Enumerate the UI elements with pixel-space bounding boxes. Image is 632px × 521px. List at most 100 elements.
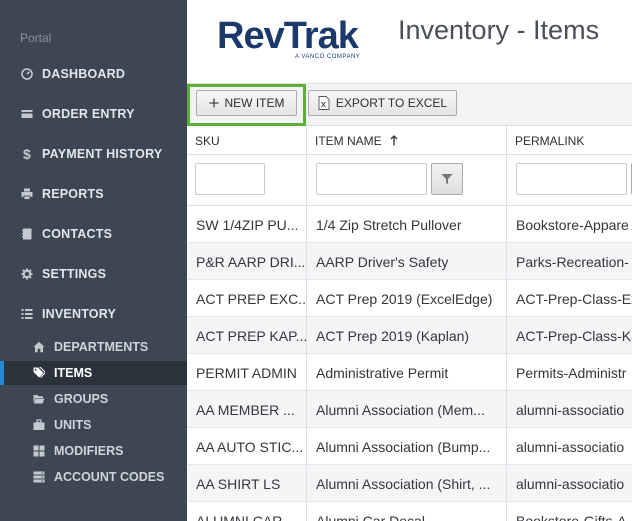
column-header-permalink[interactable]: PERMALINK: [507, 126, 632, 155]
permalink-filter-input[interactable]: [516, 163, 627, 195]
header: RevTrak A VANCO COMPANY Inventory - Item…: [187, 0, 632, 83]
sidebar: Portal DASHBOARD ORDER ENTRY $ PAYMENT H…: [0, 0, 187, 521]
item-name-cell: AARP Driver's Safety: [307, 243, 507, 280]
item-name-cell: ACT Prep 2019 (ExcelEdge): [307, 280, 507, 317]
nav-item-inventory[interactable]: INVENTORY: [0, 299, 187, 329]
modifiers-icon: [32, 444, 46, 458]
item-name-cell: Alumni Association (Shirt, ...: [307, 465, 507, 502]
funnel-icon: [441, 173, 453, 185]
list-icon: [20, 307, 34, 321]
filter-cell-sku: [187, 155, 307, 206]
sub-item-units[interactable]: UNITS: [0, 413, 187, 437]
item-name-cell: ACT Prep 2019 (Kaplan): [307, 317, 507, 354]
sku-cell: SW 1/4ZIP PU...: [187, 206, 307, 243]
table-row[interactable]: ACT PREP EXC... ACT Prep 2019 (ExcelEdge…: [187, 280, 632, 317]
export-label: EXPORT TO EXCEL: [335, 96, 448, 110]
item-name-cell: 1/4 Zip Stretch Pullover: [307, 206, 507, 243]
gear-icon: [20, 267, 34, 281]
item-name-filter-button[interactable]: [431, 163, 463, 195]
sub-item-label: ITEMS: [54, 366, 93, 380]
nav-item-settings[interactable]: SETTINGS: [0, 259, 187, 289]
filter-cell-item-name: [307, 155, 507, 206]
sku-cell: P&R AARP DRI...: [187, 243, 307, 280]
item-name-cell: Alumni Car Decal: [307, 502, 507, 521]
column-header-sku[interactable]: SKU: [187, 126, 307, 155]
permalink-cell: ACT-Prep-Class-Ex: [516, 290, 632, 307]
nav-item-payment-history[interactable]: $ PAYMENT HISTORY: [0, 139, 187, 169]
permalink-cell: Parks-Recreation-: [516, 253, 629, 270]
plus-icon: [209, 98, 219, 108]
table-row[interactable]: SW 1/4ZIP PU... 1/4 Zip Stretch Pullover…: [187, 206, 632, 243]
column-header-item-name[interactable]: ITEM NAME: [307, 126, 507, 155]
nav-label: SETTINGS: [42, 267, 107, 281]
nav-item-reports[interactable]: REPORTS: [0, 179, 187, 209]
dollar-icon: $: [23, 146, 31, 162]
briefcase-icon: [32, 418, 46, 432]
folder-open-icon: [32, 392, 46, 406]
sub-item-label: GROUPS: [54, 392, 109, 406]
sub-item-label: ACCOUNT CODES: [54, 470, 165, 484]
nav-item-contacts[interactable]: CONTACTS: [0, 219, 187, 249]
printer-icon: [20, 187, 34, 201]
table-row[interactable]: P&R AARP DRI... AARP Driver's Safety Par…: [187, 243, 632, 280]
portal-label: Portal: [20, 31, 52, 45]
table-row[interactable]: AA SHIRT LS Alumni Association (Shirt, .…: [187, 465, 632, 502]
permalink-cell: ACT-Prep-Class-Ka: [516, 327, 632, 344]
item-name-filter-input[interactable]: [316, 163, 427, 195]
nav-label: REPORTS: [42, 187, 104, 201]
new-item-label: NEW ITEM: [224, 96, 285, 110]
sku-cell: AA AUTO STIC...: [187, 428, 307, 465]
sku-cell: AA SHIRT LS: [187, 465, 307, 502]
sub-item-label: DEPARTMENTS: [54, 340, 149, 354]
sub-item-account-codes[interactable]: ACCOUNT CODES: [0, 465, 187, 489]
nav-label: CONTACTS: [42, 227, 113, 241]
home-icon: [32, 340, 46, 354]
revtrak-logo[interactable]: RevTrak A VANCO COMPANY: [217, 16, 369, 62]
sub-item-groups[interactable]: GROUPS: [0, 387, 187, 411]
nav-label: INVENTORY: [42, 307, 117, 321]
grid-header: SKU ITEM NAME PERMALINK: [187, 126, 632, 155]
table-row[interactable]: PERMIT ADMIN Administrative Permit Permi…: [187, 354, 632, 391]
server-icon: [32, 470, 46, 484]
filter-row: [187, 155, 632, 206]
page-title: Inventory - Items: [398, 15, 600, 45]
permalink-cell: alumni-associatio: [516, 401, 625, 418]
tags-icon: [32, 366, 46, 380]
nav-label: PAYMENT HISTORY: [42, 147, 163, 161]
table-row[interactable]: ALUMNI CAR... Alumni Car Decal Bookstore…: [187, 502, 632, 521]
item-name-cell: Alumni Association (Mem...: [307, 391, 507, 428]
sub-item-label: MODIFIERS: [54, 444, 124, 458]
new-item-button[interactable]: NEW ITEM: [196, 90, 297, 116]
sub-item-departments[interactable]: DEPARTMENTS: [0, 335, 187, 359]
sub-item-label: UNITS: [54, 418, 92, 432]
permalink-cell: Bookstore-Appare: [516, 216, 629, 233]
permalink-cell: alumni-associatio: [516, 438, 625, 455]
item-name-cell: Administrative Permit: [307, 354, 507, 391]
export-to-excel-button[interactable]: EXPORT TO EXCEL: [308, 90, 457, 116]
item-name-cell: Alumni Association (Bump...: [307, 428, 507, 465]
nav-label: ORDER ENTRY: [42, 107, 135, 121]
sub-item-items[interactable]: ITEMS: [0, 361, 187, 385]
dashboard-icon: [20, 67, 34, 81]
table-row[interactable]: AA MEMBER ... Alumni Association (Mem...…: [187, 391, 632, 428]
sku-cell: AA MEMBER ...: [187, 391, 307, 428]
nav-item-order-entry[interactable]: ORDER ENTRY: [0, 99, 187, 129]
logo-subtitle: A VANCO COMPANY: [295, 54, 361, 60]
table-row[interactable]: ACT PREP KAP... ACT Prep 2019 (Kaplan) A…: [187, 317, 632, 354]
items-grid: SKU ITEM NAME PERMALINK SW 1/4ZIP PU... …: [187, 126, 632, 521]
sku-cell: ACT PREP KAP...: [187, 317, 307, 354]
sku-filter-input[interactable]: [195, 163, 265, 195]
filter-cell-permalink: [507, 155, 632, 206]
table-row[interactable]: AA AUTO STIC... Alumni Association (Bump…: [187, 428, 632, 465]
permalink-cell: Bookstore-Gifts-A: [516, 512, 627, 521]
sub-item-modifiers[interactable]: MODIFIERS: [0, 439, 187, 463]
sku-cell: ALUMNI CAR...: [187, 502, 307, 521]
permalink-cell: alumni-associatio: [516, 475, 625, 492]
logo-text: RevTrak: [217, 15, 359, 57]
order-entry-icon: [20, 107, 34, 121]
sku-cell: PERMIT ADMIN: [187, 354, 307, 391]
nav-label: DASHBOARD: [42, 67, 126, 81]
sort-ascending-icon: [390, 135, 398, 146]
permalink-cell: Permits-Administr: [516, 364, 627, 381]
nav-item-dashboard[interactable]: DASHBOARD: [0, 59, 187, 89]
